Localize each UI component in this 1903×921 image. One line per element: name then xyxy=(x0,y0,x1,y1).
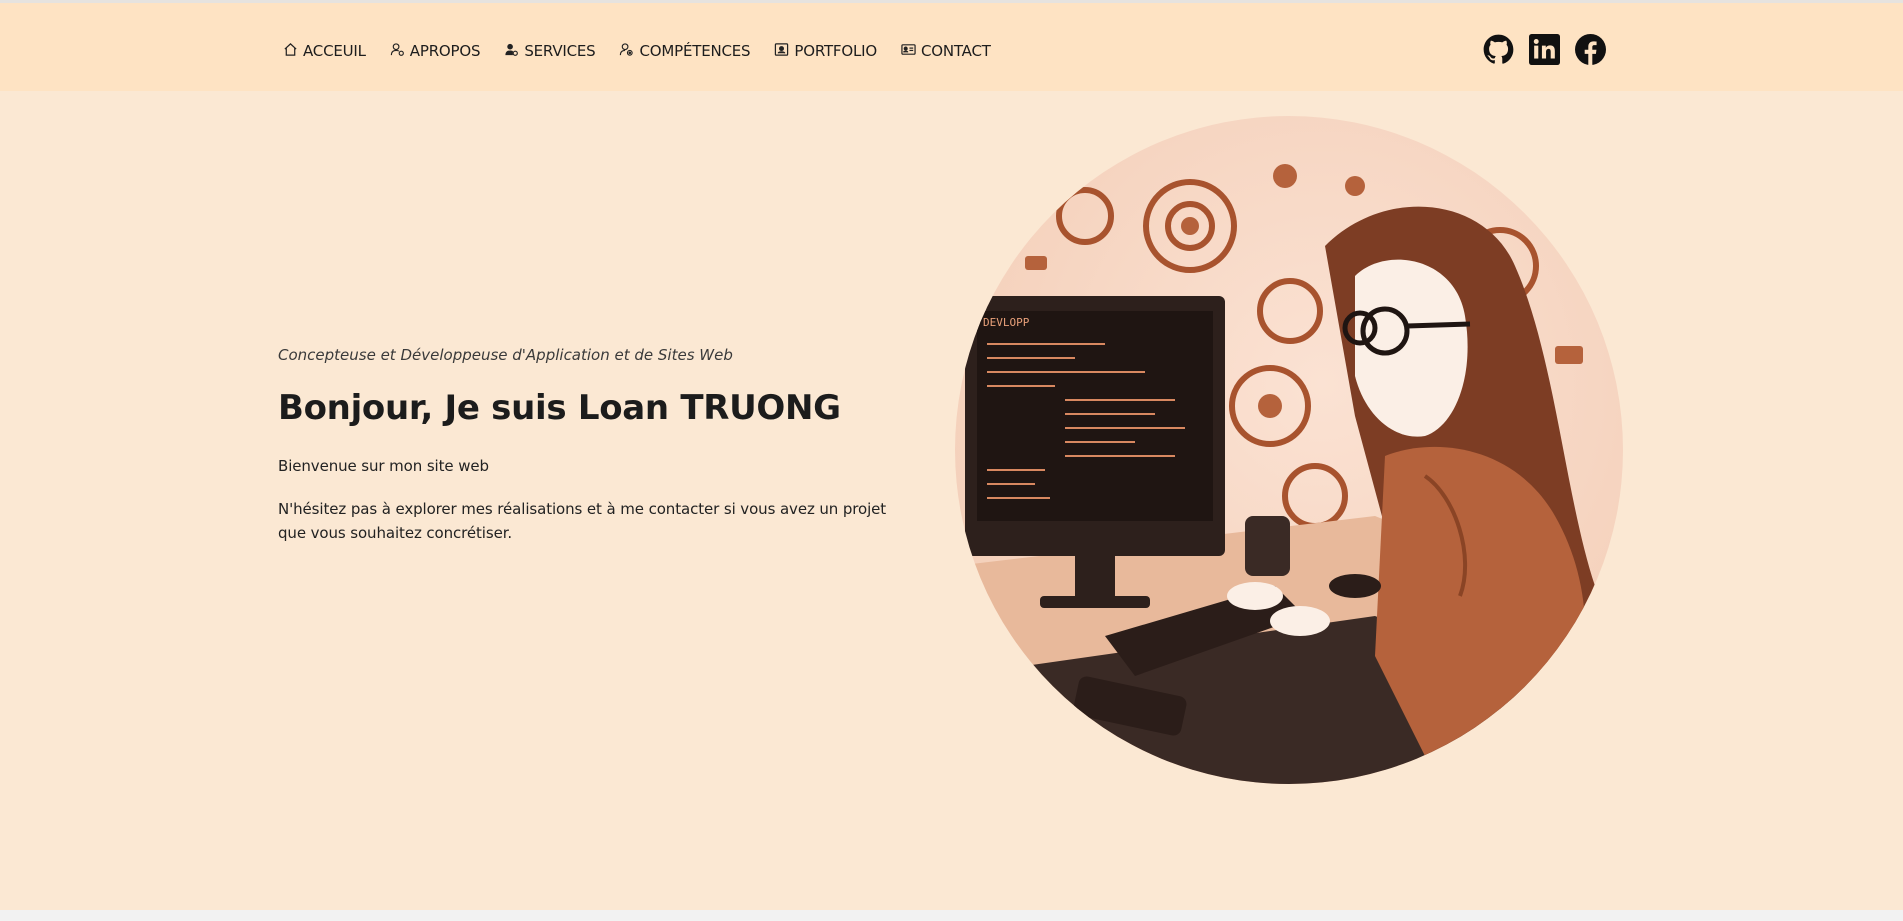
hero-welcome-text: Bienvenue sur mon site web xyxy=(278,457,489,475)
user-cog-icon xyxy=(619,42,634,61)
user-gear-icon xyxy=(390,42,405,61)
nav-label: SERVICES xyxy=(524,42,596,60)
hero-subtitle: Concepteuse et Développeuse d'Applicatio… xyxy=(278,346,733,364)
nav-label: APROPOS xyxy=(409,42,481,60)
hero-invite-text: N'hésitez pas à explorer mes réalisation… xyxy=(278,500,887,542)
github-icon[interactable] xyxy=(1483,34,1514,65)
contact-card-icon xyxy=(901,42,916,61)
developer-illustration: DEVLOPP xyxy=(955,116,1623,784)
user-gear-filled-icon xyxy=(504,42,519,61)
nav-item-apropos[interactable]: APROPOS xyxy=(390,42,481,61)
navbar: ACCEUIL APROPOS SERVICES COMPÉTENCES POR… xyxy=(0,3,1903,91)
social-links xyxy=(1483,34,1606,65)
page-bottom xyxy=(0,910,1903,921)
nav-item-competences[interactable]: COMPÉTENCES xyxy=(619,42,751,61)
hero-text: Concepteuse et Développeuse d'Applicatio… xyxy=(278,346,898,564)
portrait-icon xyxy=(774,42,789,61)
linkedin-icon[interactable] xyxy=(1529,34,1560,65)
nav-item-portfolio[interactable]: PORTFOLIO xyxy=(774,42,877,61)
nav-label: PORTFOLIO xyxy=(794,42,877,60)
nav-item-contact[interactable]: CONTACT xyxy=(901,42,991,61)
nav-label: CONTACT xyxy=(920,42,991,60)
nav-links: ACCEUIL APROPOS SERVICES COMPÉTENCES POR… xyxy=(283,39,1015,63)
nav-label: COMPÉTENCES xyxy=(639,42,751,60)
monitor-header: DEVLOPP xyxy=(983,316,1030,329)
hero-title: Bonjour, Je suis Loan TRUONG xyxy=(278,388,841,428)
nav-item-acceuil[interactable]: ACCEUIL xyxy=(283,42,366,61)
nav-item-services[interactable]: SERVICES xyxy=(504,42,596,61)
home-icon xyxy=(283,42,298,61)
nav-label: ACCEUIL xyxy=(303,42,366,60)
facebook-icon[interactable] xyxy=(1575,34,1606,65)
